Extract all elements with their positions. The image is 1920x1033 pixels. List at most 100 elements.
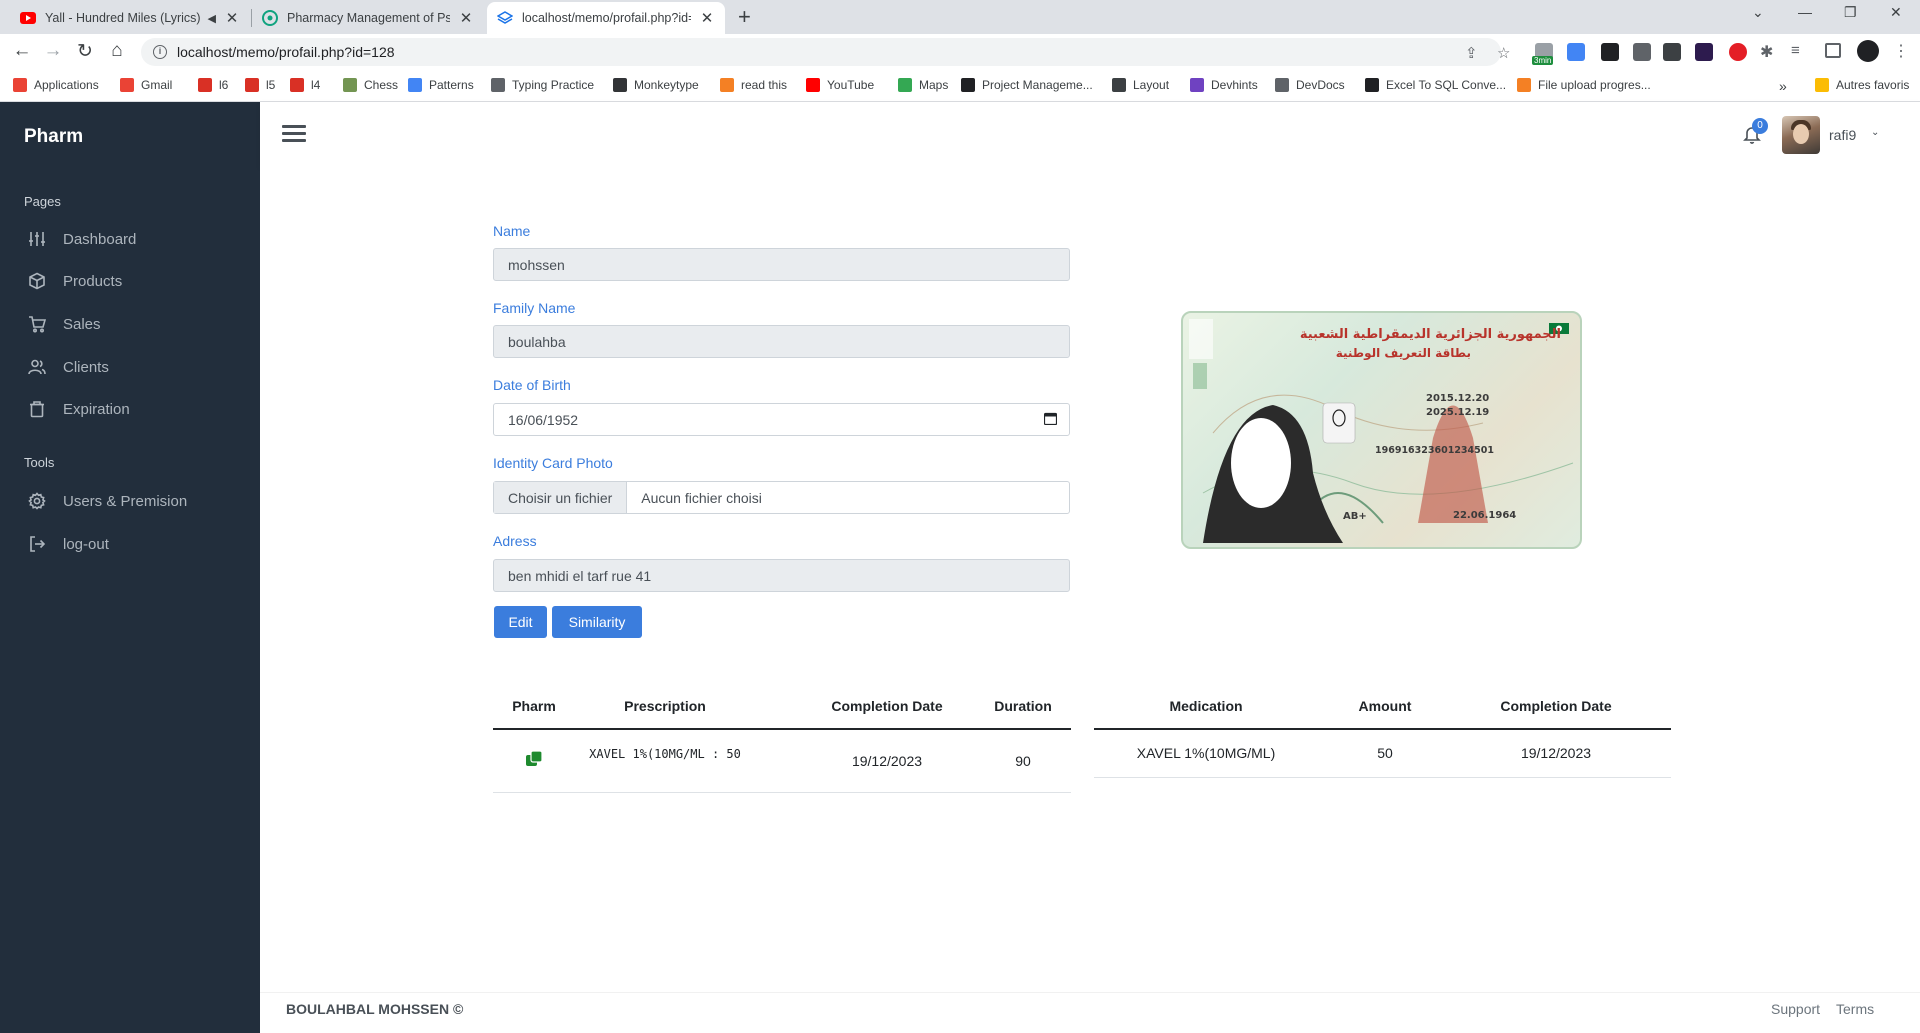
username[interactable]: rafi9	[1829, 127, 1856, 143]
pharm-copy-icon[interactable]	[523, 749, 545, 772]
bookmark-item[interactable]: read this	[720, 78, 787, 92]
bookmark-item[interactable]: DevDocs	[1275, 78, 1345, 92]
restore-button[interactable]: ❐	[1844, 4, 1857, 21]
bookmark-label: YouTube	[827, 78, 875, 92]
profile-avatar-icon[interactable]	[1857, 40, 1879, 62]
other-bookmarks-label: Autres favoris	[1836, 78, 1910, 92]
site-info-icon[interactable]: i	[153, 45, 167, 59]
similarity-button[interactable]: Similarity	[552, 606, 642, 638]
browser-tab-pharmacy[interactable]: Pharmacy Management of Psych ✕	[252, 2, 484, 34]
sidebar-item-sales[interactable]: Sales	[28, 315, 101, 333]
sidebar-item-expiration[interactable]: Expiration	[28, 400, 130, 418]
bookmark-star-icon[interactable]: ☆	[1497, 44, 1510, 62]
terms-link[interactable]: Terms	[1836, 1001, 1874, 1017]
sidebar-item-users-premision[interactable]: Users & Premision	[28, 492, 187, 510]
browser-tab-youtube[interactable]: Yall - Hundred Miles (Lyrics) ( ◀ ✕	[10, 2, 250, 34]
support-link[interactable]: Support	[1771, 1001, 1820, 1017]
close-window-button[interactable]: ✕	[1890, 4, 1902, 21]
youtube-icon	[20, 10, 36, 26]
back-button[interactable]: ←	[10, 40, 34, 62]
bookmark-item[interactable]: Monkeytype	[613, 78, 699, 92]
calendar-icon[interactable]	[1043, 412, 1058, 428]
bookmark-item[interactable]: l5	[245, 78, 275, 92]
bookmark-item[interactable]: Devhints	[1190, 78, 1258, 92]
bookmark-item[interactable]: l4	[290, 78, 320, 92]
minimize-button[interactable]: —	[1798, 4, 1812, 20]
identity-card-file-input[interactable]: Choisir un fichier Aucun fichier choisi	[493, 481, 1070, 514]
bookmark-item[interactable]: Excel To SQL Conve...	[1365, 78, 1506, 92]
sidebar-item-label: Products	[63, 272, 123, 290]
keyboard-icon	[491, 78, 505, 92]
sidebar-item-log-out[interactable]: log-out	[28, 535, 109, 553]
avatar[interactable]	[1782, 116, 1820, 154]
bookmark-item[interactable]: Patterns	[408, 78, 474, 92]
media-queue-icon[interactable]: ≡	[1791, 42, 1800, 59]
brand-logo[interactable]: Pharm	[24, 126, 83, 148]
globe-icon	[1112, 78, 1126, 92]
column-header: Pharm	[512, 698, 556, 714]
new-tab-button[interactable]: +	[738, 4, 751, 30]
header-divider	[1094, 728, 1671, 730]
choose-file-button[interactable]: Choisir un fichier	[494, 482, 628, 513]
bookmark-item[interactable]: Project Manageme...	[961, 78, 1093, 92]
close-tab-icon[interactable]: ✕	[224, 9, 240, 27]
name-label: Name	[493, 223, 531, 239]
prescription-table: Pharm Prescription Completion Date Durat…	[493, 698, 1071, 793]
extension-icon[interactable]	[1695, 43, 1713, 61]
share-icon[interactable]: ⇪	[1465, 44, 1478, 62]
sidebar-item-label: Users & Premision	[63, 492, 188, 510]
bookmark-item[interactable]: Gmail	[120, 78, 172, 92]
sidebar-item-products[interactable]: Products	[28, 272, 122, 290]
bookmark-item[interactable]: l6	[198, 78, 228, 92]
bookmark-item[interactable]: Maps	[898, 78, 948, 92]
hamburger-menu-icon[interactable]	[282, 125, 306, 143]
side-panel-icon[interactable]	[1825, 43, 1841, 58]
chevron-down-icon[interactable]: ⌄	[1871, 127, 1879, 138]
mute-icon[interactable]: ◀	[208, 12, 216, 25]
settings-icon	[28, 492, 46, 510]
bookmark-label: Maps	[919, 78, 949, 92]
camera-extension-icon[interactable]	[1633, 43, 1651, 61]
puzzle-icon[interactable]: ✱	[1760, 42, 1773, 62]
home-icon[interactable]: ⌂	[105, 40, 129, 62]
close-tab-icon[interactable]: ✕	[458, 9, 474, 27]
sidebar-item-clients[interactable]: Clients	[28, 358, 109, 376]
bookmark-item[interactable]: Typing Practice	[491, 78, 594, 92]
edit-button[interactable]: Edit	[494, 606, 547, 638]
tab-search-icon[interactable]: ⌄	[1752, 4, 1764, 21]
identity-card-photo-label: Identity Card Photo	[493, 455, 613, 471]
glasses-extension-icon[interactable]	[1663, 43, 1681, 61]
bookmark-item[interactable]: YouTube	[806, 78, 874, 92]
bookmark-item[interactable]: Applications	[13, 78, 99, 92]
openai-icon	[262, 10, 278, 26]
more-bookmarks-chevron-icon[interactable]: »	[1779, 78, 1787, 94]
column-header: Completion Date	[1500, 698, 1612, 714]
date-of-birth-field[interactable]: 16/06/1952	[493, 403, 1070, 436]
browser-menu-icon[interactable]: ⋮	[1893, 41, 1909, 61]
bookmark-item[interactable]: File upload progres...	[1517, 78, 1651, 92]
address-field[interactable]: ben mhidi el tarf rue 41	[493, 559, 1070, 592]
extension-icon[interactable]	[1601, 43, 1619, 61]
address-bar[interactable]: i localhost/memo/profail.php?id=128	[141, 38, 1501, 66]
shopping-cart-icon	[28, 315, 46, 333]
forward-button[interactable]: →	[41, 40, 65, 62]
row-divider	[1094, 777, 1671, 778]
file-status: Aucun fichier choisi	[641, 489, 762, 506]
bookmark-label: Patterns	[429, 78, 474, 92]
sidebar-item-dashboard[interactable]: Dashboard	[28, 230, 136, 248]
users-icon	[28, 358, 46, 376]
bookmark-label: Project Manageme...	[982, 78, 1093, 92]
reload-button[interactable]: ↻	[73, 40, 97, 63]
browser-tabstrip: Yall - Hundred Miles (Lyrics) ( ◀ ✕ Phar…	[0, 0, 1920, 34]
other-bookmarks[interactable]: Autres favoris	[1815, 78, 1909, 92]
browser-tab-localhost[interactable]: localhost/memo/profail.php?id= ✕	[487, 2, 725, 34]
bookmark-item[interactable]: Layout	[1112, 78, 1169, 92]
family-name-field[interactable]: boulahba	[493, 325, 1070, 358]
opera-extension-icon[interactable]	[1729, 43, 1747, 61]
bookmark-item[interactable]: Chess	[343, 78, 398, 92]
close-tab-icon[interactable]: ✕	[699, 9, 715, 27]
name-field[interactable]: mohssen	[493, 248, 1070, 281]
monkeytype-icon	[613, 78, 627, 92]
translate-extension-icon[interactable]	[1567, 43, 1585, 61]
bookmark-label: l4	[311, 78, 321, 92]
